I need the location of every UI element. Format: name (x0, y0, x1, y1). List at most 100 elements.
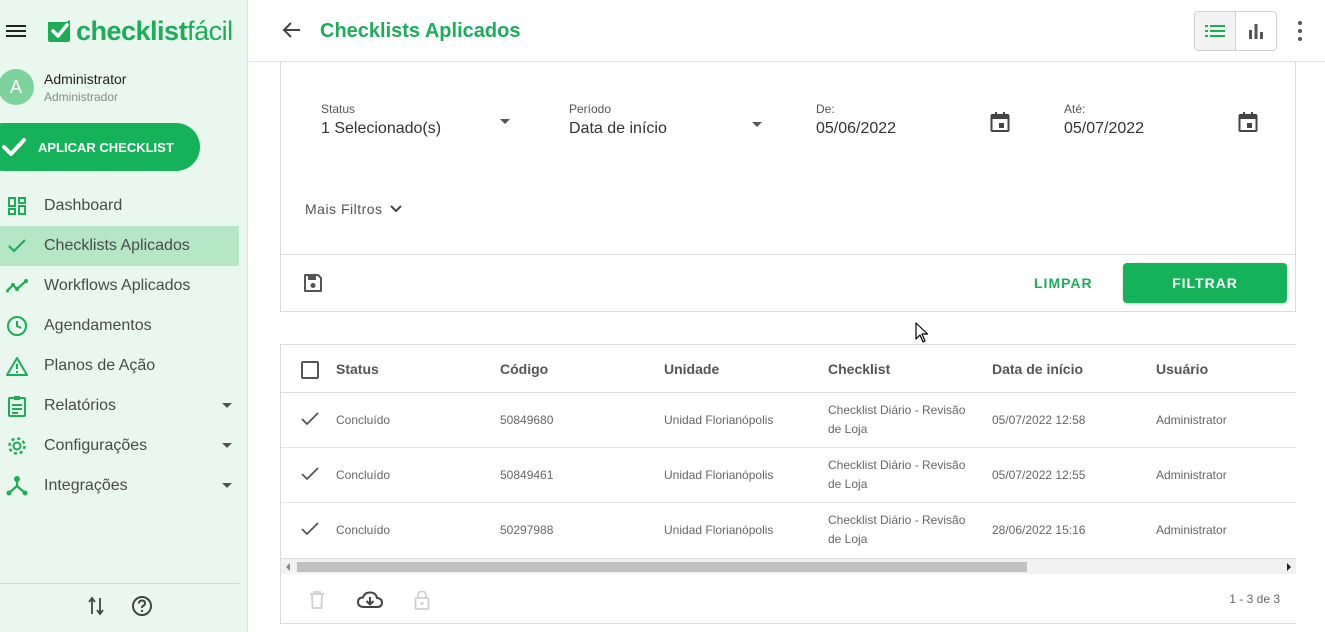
check-icon (301, 467, 319, 481)
check-icon (301, 412, 319, 426)
row-checklist-line2: de Loja (828, 532, 868, 546)
status-value: 1 Selecionado(s) (321, 120, 442, 137)
sidebar-item-configuracoes[interactable]: Configurações (0, 426, 239, 466)
table-row[interactable]: Concluído 50297988 Unidad Florianópolis … (281, 503, 1296, 558)
results-table: Status Código Unidade Checklist Data de … (280, 344, 1296, 624)
column-header-start-date[interactable]: Data de início (992, 361, 1083, 377)
status-label: Status (321, 102, 356, 116)
user-profile[interactable]: A Administrator Administrador (0, 62, 247, 112)
sidebar-item-relatorios[interactable]: Relatórios (0, 386, 239, 426)
row-unit: Unidad Florianópolis (664, 468, 774, 482)
sidebar-item-dashboard[interactable]: Dashboard (0, 186, 239, 226)
row-status: Concluído (336, 523, 391, 537)
status-select[interactable]: Status 1 Selecionado(s) (321, 102, 513, 138)
filter-panel: Status 1 Selecionado(s) Período Data de … (280, 62, 1296, 312)
calendar-icon[interactable] (990, 111, 1010, 138)
date-from-label: De: (816, 102, 835, 116)
sidebar-item-workflows-aplicados[interactable]: Workflows Aplicados (0, 266, 239, 306)
more-vert-icon[interactable] (1296, 21, 1304, 41)
date-to-label: Até: (1064, 102, 1086, 116)
avatar[interactable]: A (0, 69, 34, 105)
dashboard-icon (6, 195, 28, 217)
period-value: Data de início (569, 120, 667, 137)
row-status: Concluído (336, 413, 391, 427)
row-code: 50297988 (500, 523, 554, 537)
scrollbar-thumb[interactable] (297, 562, 1027, 572)
sidebar: checklistfácil A Administrator Administr… (0, 0, 248, 632)
sidebar-nav: Dashboard Checklists Aplicados Workflows… (0, 186, 248, 506)
caret-down-icon[interactable] (222, 483, 232, 488)
filter-button[interactable]: FILTRAR (1123, 263, 1287, 303)
caret-down-icon[interactable] (222, 403, 232, 408)
row-code: 50849680 (500, 413, 554, 427)
sidebar-item-label: Relatórios (44, 397, 117, 414)
page-title: Checklists Aplicados (320, 20, 521, 42)
view-toggle (1194, 11, 1277, 51)
clear-button[interactable]: LIMPAR (1034, 275, 1093, 291)
row-start-date: 28/06/2022 15:16 (992, 523, 1086, 537)
menu-icon[interactable] (6, 23, 26, 39)
select-all-checkbox[interactable] (301, 361, 319, 379)
hub-icon (6, 475, 28, 497)
pagination-info: 1 - 3 de 3 (1229, 592, 1280, 606)
sidebar-footer (0, 583, 239, 632)
arrow-back-icon[interactable] (282, 20, 302, 45)
sidebar-item-label: Workflows Aplicados (44, 277, 191, 294)
logo[interactable]: checklistfácil (46, 16, 233, 47)
row-start-date: 05/07/2022 12:58 (992, 413, 1086, 427)
row-unit: Unidad Florianópolis (664, 413, 774, 427)
sidebar-item-label: Configurações (44, 437, 148, 454)
table-row[interactable]: Concluído 50849461 Unidad Florianópolis … (281, 448, 1296, 503)
save-icon[interactable] (303, 273, 323, 298)
sidebar-header: checklistfácil (0, 0, 247, 62)
list-view-button[interactable] (1195, 12, 1236, 50)
apply-checklist-label: APLICAR CHECKLIST (38, 139, 174, 155)
check-icon (6, 235, 28, 257)
table-row[interactable]: Concluído 50849680 Unidad Florianópolis … (281, 393, 1296, 448)
warning-icon (6, 355, 28, 377)
logo-check-icon (48, 20, 70, 42)
caret-down-icon[interactable] (222, 443, 232, 448)
horizontal-scrollbar[interactable] (281, 558, 1296, 574)
sidebar-item-planos-de-acao[interactable]: Planos de Ação (0, 346, 239, 386)
chart-view-button[interactable] (1236, 12, 1276, 50)
check-icon (301, 522, 319, 536)
sidebar-item-checklists-aplicados[interactable]: Checklists Aplicados (0, 226, 239, 266)
date-from-field[interactable]: De: 05/06/2022 (816, 102, 1016, 138)
row-checklist-line2: de Loja (828, 422, 868, 436)
row-start-date: 05/07/2022 12:55 (992, 468, 1086, 482)
gear-icon (6, 435, 28, 457)
column-header-checklist[interactable]: Checklist (828, 361, 890, 377)
bar-chart-icon (1249, 24, 1263, 39)
date-to-field[interactable]: Até: 05/07/2022 (1064, 102, 1264, 138)
clock-icon (6, 315, 28, 337)
sidebar-item-agendamentos[interactable]: Agendamentos (0, 306, 239, 346)
column-header-code[interactable]: Código (500, 361, 548, 377)
column-header-status[interactable]: Status (336, 361, 379, 377)
column-header-unit[interactable]: Unidade (664, 361, 719, 377)
clipboard-icon (6, 395, 28, 417)
help-icon[interactable] (131, 595, 153, 622)
calendar-icon[interactable] (1238, 111, 1258, 138)
apply-checklist-button[interactable]: APLICAR CHECKLIST (0, 123, 200, 171)
column-header-user[interactable]: Usuário (1156, 361, 1208, 377)
sidebar-item-label: Checklists Aplicados (44, 237, 190, 254)
delete-icon[interactable] (309, 590, 325, 615)
trend-icon (6, 275, 28, 297)
row-checklist-line2: de Loja (828, 477, 868, 491)
row-status: Concluído (336, 468, 391, 482)
user-name: Administrator (44, 70, 127, 87)
logo-text-bold: checklist (76, 15, 188, 46)
check-icon (2, 138, 26, 156)
period-select[interactable]: Período Data de início (569, 102, 762, 138)
mouse-cursor-icon (915, 322, 929, 343)
lock-icon[interactable] (414, 590, 430, 615)
swap-icon[interactable] (87, 596, 105, 621)
scroll-right-arrow-icon[interactable] (1287, 563, 1291, 571)
scroll-left-arrow-icon[interactable] (286, 563, 290, 571)
top-bar: Checklists Aplicados (248, 0, 1325, 62)
chevron-down-icon (389, 205, 402, 213)
more-filters-toggle[interactable]: Mais Filtros (305, 201, 403, 217)
cloud-download-icon[interactable] (356, 591, 384, 614)
sidebar-item-integracoes[interactable]: Integrações (0, 466, 239, 506)
